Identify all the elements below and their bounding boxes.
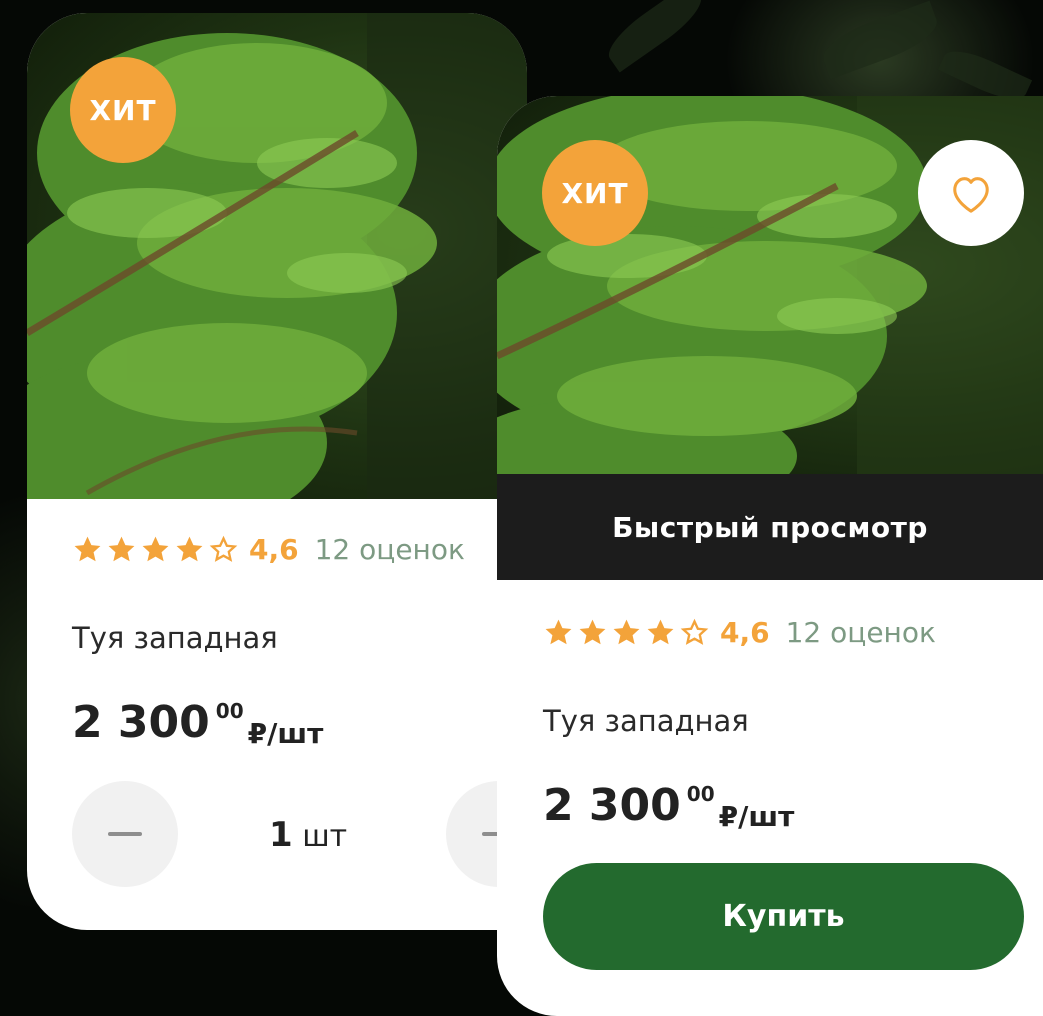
price-unit: ₽/шт	[247, 717, 324, 750]
product-price: 2 300 00 ₽/шт	[543, 780, 795, 834]
rating-count[interactable]: 12 оценок	[315, 533, 465, 566]
product-card[interactable]: ХИТ 4,6 12 оценок Туя западная 2 300 00 …	[27, 13, 527, 930]
background-leaf	[816, 0, 944, 80]
star-filled-icon	[108, 536, 135, 562]
product-name[interactable]: Туя западная	[543, 704, 749, 738]
rating-value: 4,6	[249, 533, 299, 566]
product-price: 2 300 00 ₽/шт	[72, 697, 324, 751]
rating-value: 4,6	[720, 616, 770, 649]
product-card-hover[interactable]: ХИТ Быстрый просмотр 4,6 12 оценок Туя з…	[497, 96, 1043, 1016]
star-filled-icon	[579, 619, 606, 645]
rating-count[interactable]: 12 оценок	[786, 616, 936, 649]
price-main: 2 300	[72, 697, 210, 748]
hit-badge: ХИТ	[70, 57, 176, 163]
price-kopecks: 00	[686, 782, 715, 806]
star-filled-icon	[176, 536, 203, 562]
star-filled-icon	[74, 536, 101, 562]
minus-icon	[108, 832, 142, 836]
favorite-button[interactable]	[918, 140, 1024, 246]
hit-badge: ХИТ	[542, 140, 648, 246]
rating-stars	[72, 534, 239, 565]
quantity-unit: шт	[302, 819, 348, 854]
quantity-value: 1 шт	[269, 815, 347, 855]
star-filled-icon	[613, 619, 640, 645]
price-kopecks: 00	[215, 699, 244, 723]
star-filled-icon	[647, 619, 674, 645]
buy-button[interactable]: Купить	[543, 863, 1024, 970]
quantity-number: 1	[269, 815, 293, 855]
rating: 4,6 12 оценок	[543, 616, 936, 649]
decrease-quantity-button[interactable]	[72, 781, 178, 887]
price-main: 2 300	[543, 780, 681, 831]
background-leaf	[600, 0, 710, 73]
price-unit: ₽/шт	[718, 800, 795, 833]
rating: 4,6 12 оценок	[72, 533, 465, 566]
product-name[interactable]: Туя западная	[72, 621, 278, 655]
star-filled-icon	[545, 619, 572, 645]
star-outline-icon	[680, 618, 709, 645]
heart-outline-icon	[953, 177, 989, 213]
rating-stars	[543, 617, 710, 648]
quick-view-button[interactable]: Быстрый просмотр	[497, 474, 1043, 580]
star-outline-icon	[209, 535, 238, 562]
star-filled-icon	[142, 536, 169, 562]
